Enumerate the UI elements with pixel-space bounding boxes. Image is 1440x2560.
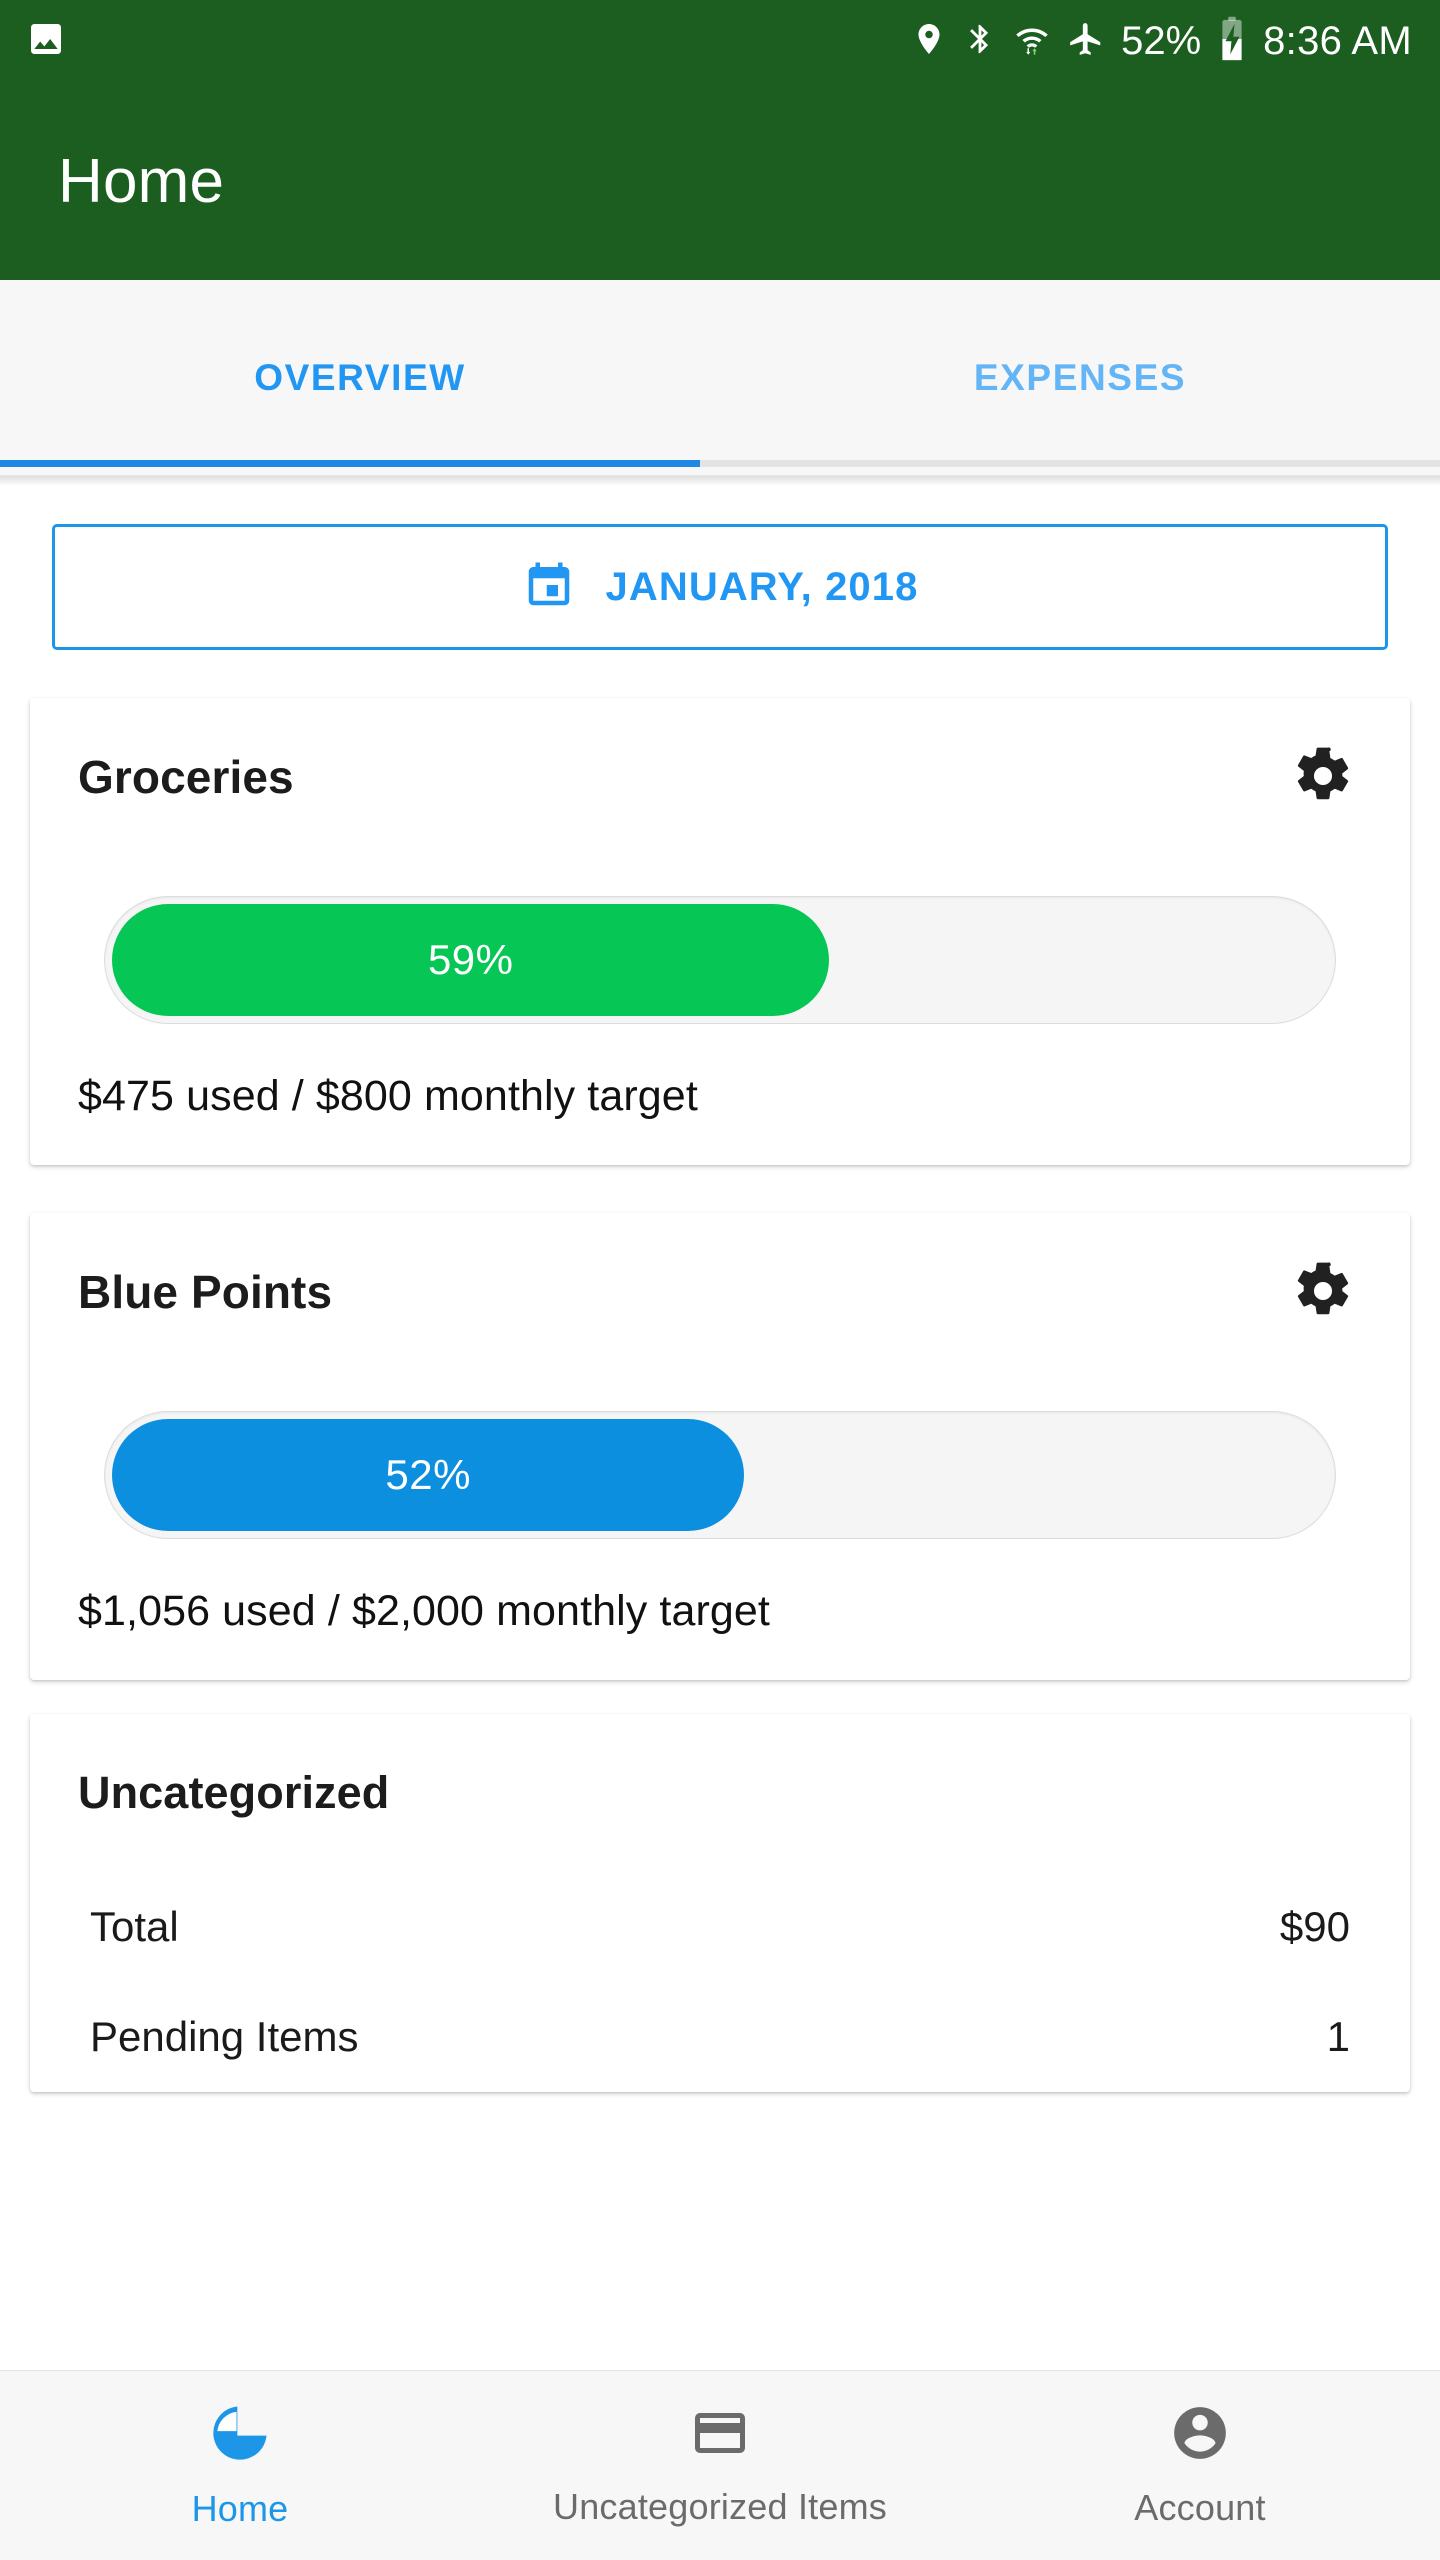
app-bar: Home [0, 82, 1440, 280]
progress-fill: 52% [112, 1419, 745, 1531]
calendar-icon [522, 558, 576, 617]
uncategorized-card: Uncategorized Total $90 Pending Items 1 [30, 1714, 1410, 2092]
status-bar-clock: 8:36 AM [1263, 19, 1412, 63]
tab-active-indicator [0, 460, 700, 467]
budget-card-groceries: Groceries 59% $475 used / $800 monthly t [30, 698, 1410, 1165]
wifi-icon [1013, 21, 1051, 62]
gear-icon [1292, 745, 1354, 810]
progress-track: 59% [104, 896, 1336, 1024]
nav-item-account[interactable]: Account [960, 2402, 1440, 2529]
month-selector-button[interactable]: JANUARY, 2018 [52, 524, 1388, 650]
scroll-content[interactable]: JANUARY, 2018 Groceries 59% $475 used / … [0, 476, 1440, 2560]
battery-percent: 52% [1121, 18, 1202, 63]
month-selector-label: JANUARY, 2018 [605, 564, 919, 609]
page-title: Home [58, 146, 225, 216]
row-value: 1 [1326, 2013, 1350, 2060]
content-top-shadow [0, 476, 1440, 486]
tab-expenses-label: EXPENSES [973, 356, 1187, 398]
tab-expenses[interactable]: EXPENSES [720, 280, 1440, 475]
credit-card-icon [690, 2403, 750, 2468]
budget-progress-groceries: 59% [78, 856, 1362, 1024]
budget-progress-blue-points: 52% [78, 1371, 1362, 1539]
nav-item-uncategorized-items-label: Uncategorized Items [553, 2486, 887, 2527]
nav-item-uncategorized-items[interactable]: Uncategorized Items [480, 2403, 960, 2528]
image-icon [26, 19, 66, 64]
budget-caption-groceries: $475 used / $800 monthly target [78, 1072, 698, 1120]
tab-overview[interactable]: OVERVIEW [0, 280, 720, 475]
uncategorized-card-header: Uncategorized [78, 1714, 1362, 1872]
gear-icon [1292, 1260, 1354, 1325]
budget-card-title: Blue Points [78, 1266, 333, 1318]
pie-chart-icon [208, 2401, 272, 2470]
uncategorized-row-total: Total $90 [78, 1872, 1362, 1982]
airplane-mode-icon [1067, 20, 1105, 63]
budget-card-header: Groceries [78, 698, 1362, 856]
battery-charging-icon [1217, 16, 1247, 67]
location-icon [911, 21, 947, 62]
status-bar-left [26, 19, 66, 64]
budget-settings-button-blue-points[interactable] [1284, 1253, 1362, 1331]
bluetooth-icon [963, 21, 997, 62]
row-label: Pending Items [90, 2013, 359, 2060]
nav-item-home[interactable]: Home [0, 2401, 480, 2530]
progress-percent-label: 59% [427, 936, 514, 983]
budget-caption-blue-points: $1,056 used / $2,000 monthly target [78, 1587, 770, 1635]
budget-card-title: Groceries [78, 751, 294, 803]
status-bar-right: 52% 8:36 AM [911, 16, 1412, 67]
account-circle-icon [1169, 2402, 1231, 2469]
progress-percent-label: 52% [385, 1451, 471, 1498]
budget-settings-button-groceries[interactable] [1284, 738, 1362, 816]
budget-card-blue-points: Blue Points 52% $1,056 used / $2,000 mon [30, 1213, 1410, 1680]
tab-overview-label: OVERVIEW [254, 356, 466, 398]
row-value: $90 [1279, 1903, 1350, 1950]
budget-card-header: Blue Points [78, 1213, 1362, 1371]
bottom-navigation: Home Uncategorized Items Account [0, 2370, 1440, 2560]
app-screen: 52% 8:36 AM Home OVERVIEW EXPENSES JANUA… [0, 0, 1440, 2560]
uncategorized-row-pending-items: Pending Items 1 [78, 1982, 1362, 2092]
progress-fill: 59% [112, 904, 830, 1016]
nav-item-account-label: Account [1134, 2487, 1266, 2528]
uncategorized-card-title: Uncategorized [78, 1767, 390, 1818]
tab-bar: OVERVIEW EXPENSES [0, 280, 1440, 476]
progress-track: 52% [104, 1411, 1336, 1539]
status-bar: 52% 8:36 AM [0, 0, 1440, 82]
nav-item-home-label: Home [191, 2488, 289, 2529]
row-label: Total [90, 1903, 179, 1950]
